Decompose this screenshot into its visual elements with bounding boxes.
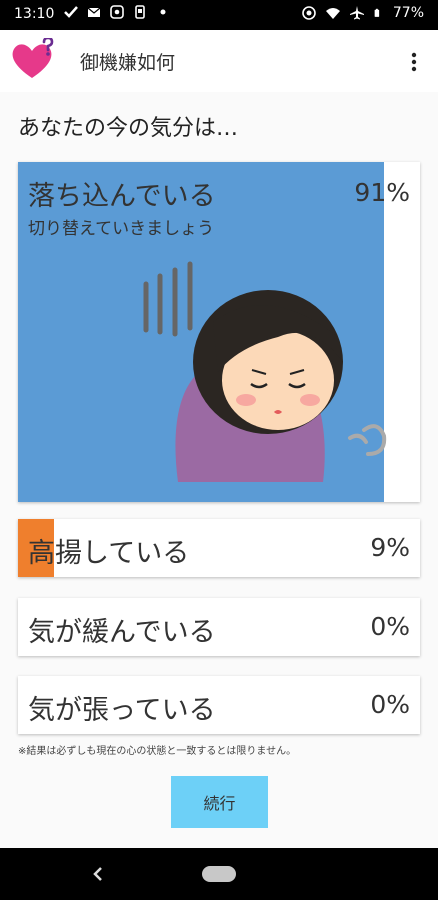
mood-percent: 91% xyxy=(354,178,410,207)
mood-label: 気が張っている xyxy=(28,695,216,726)
wifi-icon xyxy=(325,8,340,19)
battery-level: 77% xyxy=(392,5,424,21)
status-time: 13:10 xyxy=(14,6,55,22)
mood-advice: 切り替えていきましょう xyxy=(28,219,215,239)
vibrate-icon xyxy=(302,6,316,20)
mood-label: 高揚している xyxy=(28,538,190,569)
mood-percent: 9% xyxy=(370,533,410,562)
check-icon xyxy=(64,6,78,18)
mood-card-depressed: 落ち込んでいる 切り替えていきましょう 91% xyxy=(18,162,420,502)
heart-question-logo xyxy=(12,38,54,78)
back-chevron-icon[interactable] xyxy=(88,862,108,886)
battery-icon xyxy=(374,8,380,17)
mood-card-tense: 気が張っている 0% xyxy=(18,676,420,734)
continue-button[interactable]: 続行 xyxy=(171,776,268,828)
more-vert-icon[interactable] xyxy=(402,50,426,74)
content-area: あなたの今の気分は… 落ち込んでいる 切り替えていきましょう 91% 高揚してい… xyxy=(0,92,438,848)
mood-card-elated: 高揚している 9% xyxy=(18,519,420,577)
app-bar: 御機嫌如何 xyxy=(0,30,438,93)
app-title: 御機嫌如何 xyxy=(80,52,176,74)
sad-person-illustration xyxy=(143,261,387,482)
airplane-icon xyxy=(349,6,364,20)
status-bar: 13:10 77% xyxy=(0,0,438,30)
phone-icon xyxy=(135,5,145,19)
question-heading: あなたの今の気分は… xyxy=(18,116,239,141)
navigation-bar xyxy=(0,848,438,900)
at-icon xyxy=(110,5,124,19)
mood-label: 気が緩んでいる xyxy=(28,617,216,648)
mail-icon xyxy=(87,7,101,17)
mood-percent: 0% xyxy=(370,690,410,719)
dot-icon xyxy=(160,9,166,15)
mood-label: 落ち込んでいる xyxy=(28,181,216,212)
mood-percent: 0% xyxy=(370,612,410,641)
mood-card-relaxed: 気が緩んでいる 0% xyxy=(18,598,420,656)
disclaimer-note: ※結果は必ずしも現在の心の状態と一致するとは限りません。 xyxy=(18,746,297,757)
home-pill-icon[interactable] xyxy=(202,866,236,882)
